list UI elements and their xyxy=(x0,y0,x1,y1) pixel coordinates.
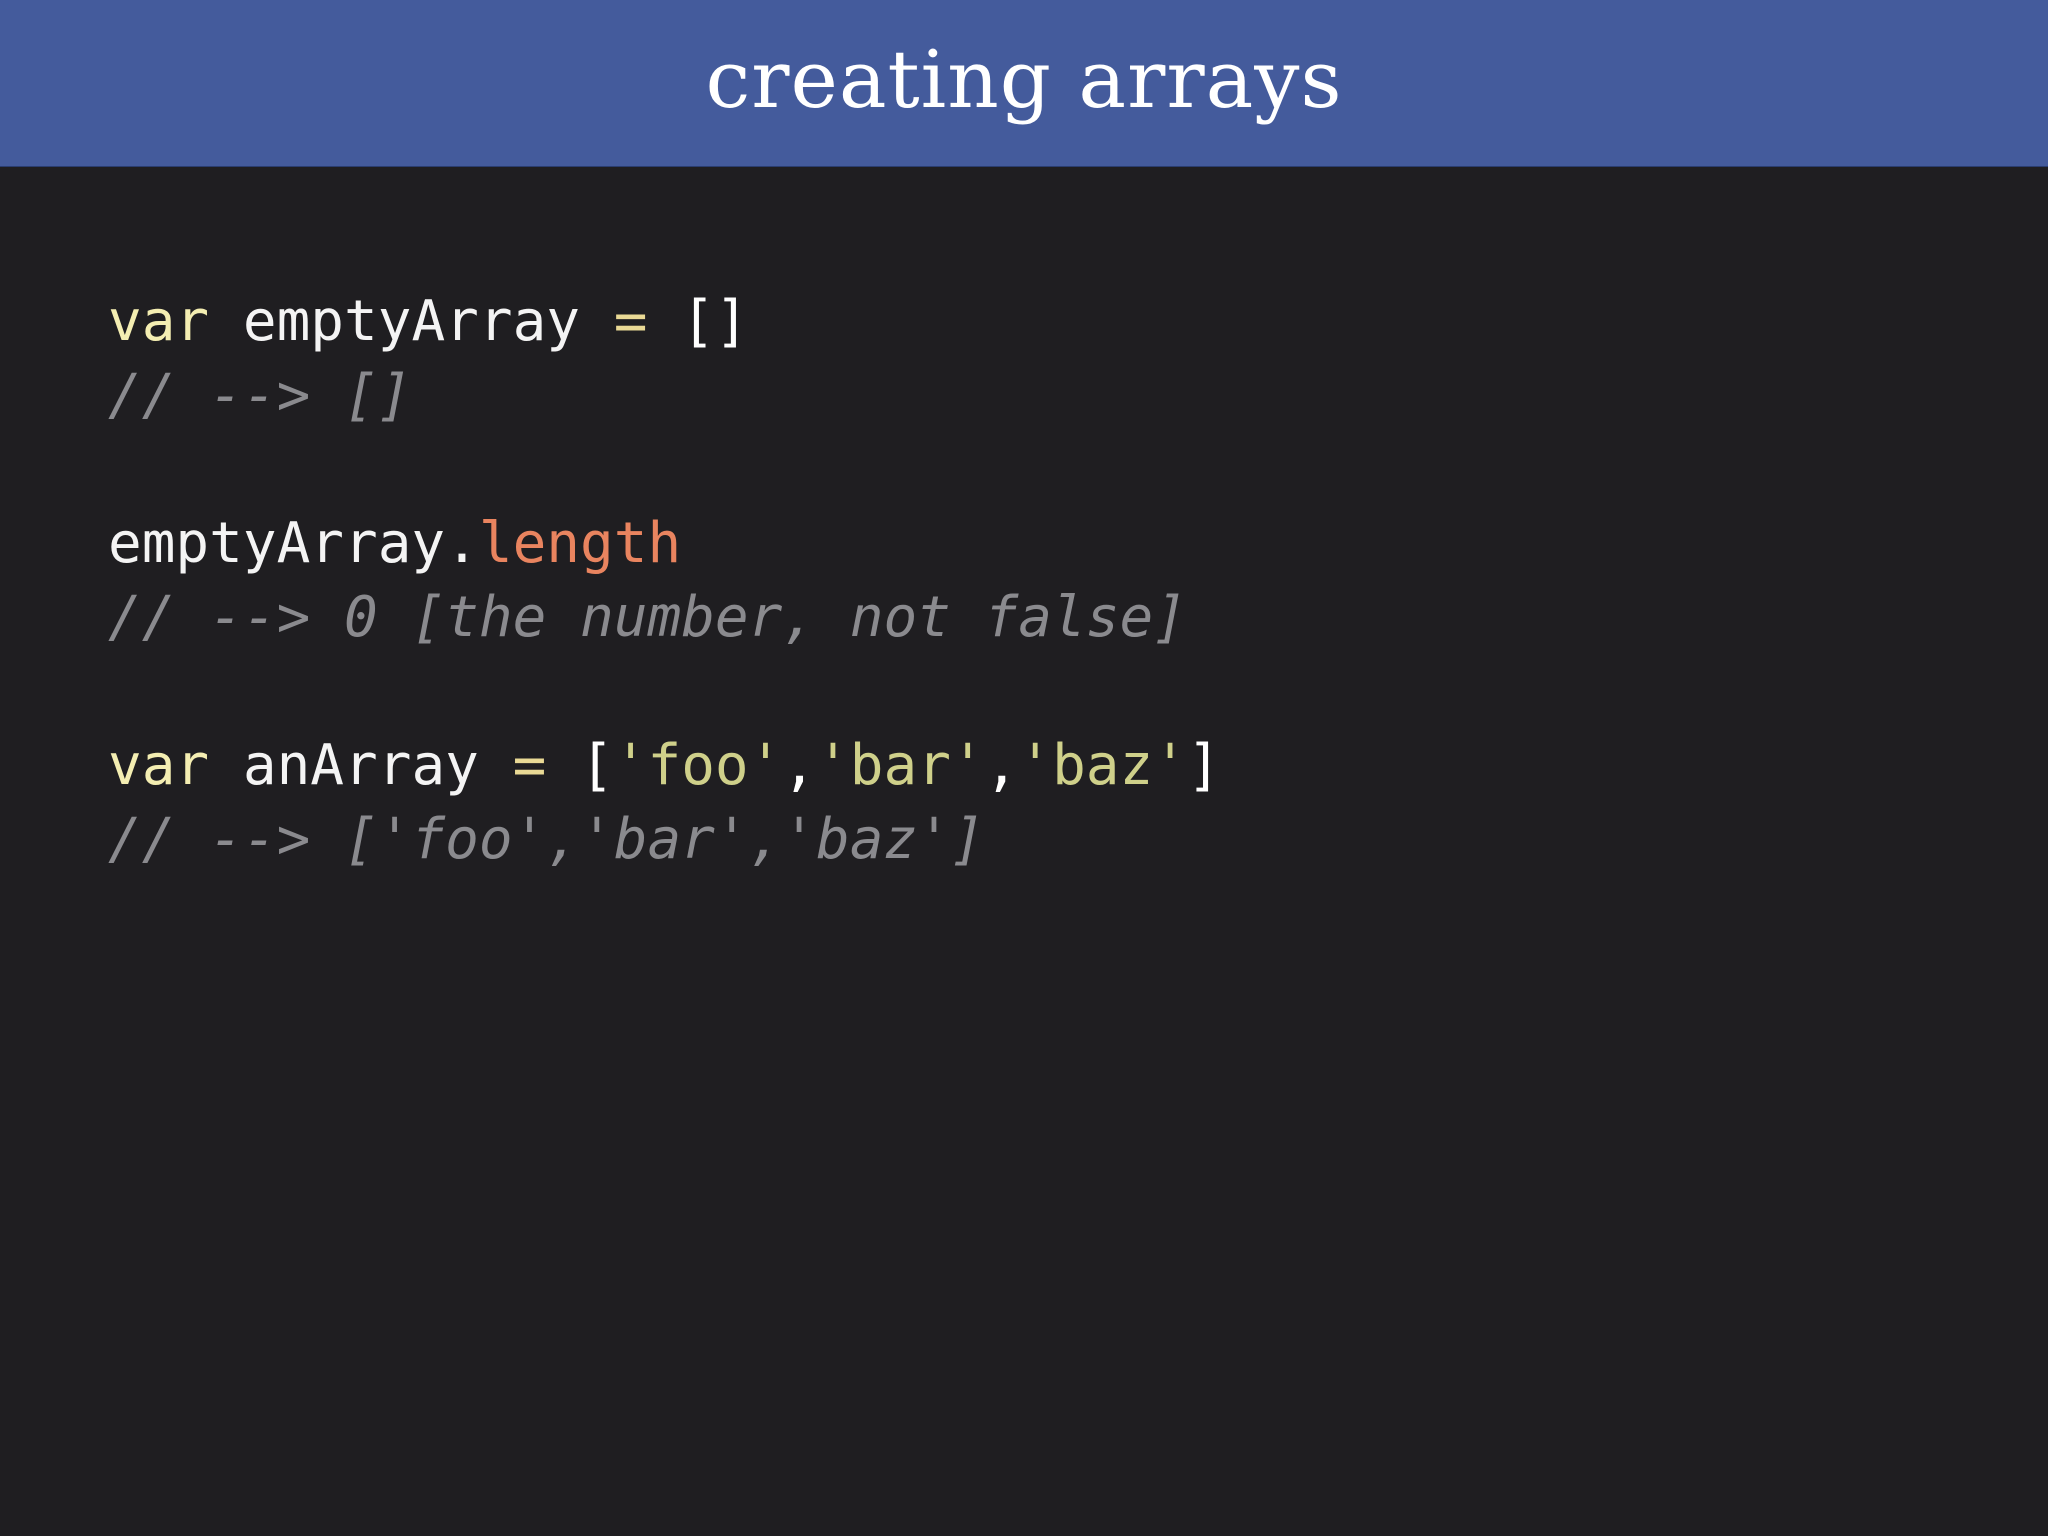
comma: , xyxy=(782,733,817,798)
string-bar: 'bar' xyxy=(816,733,985,798)
code-line-length: emptyArray.length xyxy=(108,507,1221,581)
keyword-var: var xyxy=(108,733,210,798)
string-foo: 'foo' xyxy=(613,733,783,798)
code-line-an-array: var anArray = ['foo','bar','baz'] xyxy=(108,729,1221,803)
identifier-emptyarray: emptyArray xyxy=(242,289,581,354)
comma: , xyxy=(984,733,1019,798)
operator-equals: = xyxy=(512,733,547,798)
array-literal-empty: [] xyxy=(681,289,749,354)
code-comment-empty-array: // --> [] xyxy=(108,363,412,428)
code-line-empty-array: var emptyArray = [] xyxy=(108,285,1221,359)
operator-equals: = xyxy=(613,289,648,354)
keyword-var: var xyxy=(108,289,210,354)
code-comment-length: // --> 0 [the number, not false] xyxy=(108,585,1187,650)
slide-title: creating arrays xyxy=(705,32,1343,126)
code-block: var emptyArray = [] // --> [] emptyArray… xyxy=(108,285,1221,877)
string-baz: 'baz' xyxy=(1018,733,1187,798)
property-length: length xyxy=(478,511,682,576)
slide-header: creating arrays xyxy=(0,0,2048,167)
identifier-emptyarray-object: emptyArray. xyxy=(108,511,479,576)
identifier-anarray: anArray xyxy=(242,733,479,798)
slide: creating arrays var emptyArray = [] // -… xyxy=(0,0,2048,1536)
bracket-close: ] xyxy=(1186,733,1221,798)
code-comment-an-array: // --> ['foo','bar','baz'] xyxy=(108,807,985,872)
bracket-open: [ xyxy=(580,733,614,798)
